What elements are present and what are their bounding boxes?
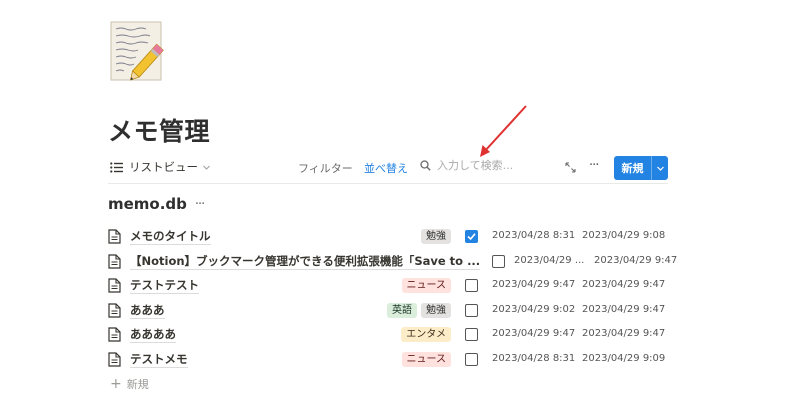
memo-pencil-icon[interactable] — [109, 20, 169, 82]
page-doc-icon — [108, 229, 121, 244]
last-edited-time: 2023/04/29 9:47 — [582, 303, 666, 315]
created-time: 2023/04/29 ... — [514, 254, 585, 266]
last-edited-time: 2023/04/29 9:47 — [594, 254, 678, 266]
page-doc-icon — [108, 303, 121, 318]
add-new-label: 新規 — [126, 378, 149, 391]
tag-badge: ニュース — [401, 278, 451, 294]
checkbox[interactable] — [465, 352, 478, 366]
page-doc-icon — [108, 278, 121, 293]
expand-icon[interactable] — [565, 162, 576, 173]
tag-list: 英語 勉強 — [387, 302, 451, 318]
last-edited-time: 2023/04/29 9:09 — [582, 352, 666, 364]
page-doc-icon — [108, 327, 121, 342]
created-time: 2023/04/29 9:47 — [492, 279, 576, 291]
tag-list: ニュース — [401, 351, 451, 367]
add-new-row-button[interactable]: + 新規 — [110, 376, 149, 392]
check-icon — [467, 233, 476, 241]
filter-button[interactable]: フィルター — [298, 160, 353, 176]
plus-icon: + — [110, 375, 122, 392]
page-doc-icon — [108, 352, 121, 367]
chevron-down-icon — [203, 165, 210, 170]
list-item[interactable]: メモのタイトル 勉強 2023/04/28 8:31 2023/04/29 9:08 — [108, 225, 668, 250]
more-options-icon[interactable]: ··· — [589, 158, 599, 173]
tag-badge: 勉強 — [421, 302, 451, 318]
database-title[interactable]: memo.db ··· — [108, 195, 205, 213]
tag-badge: エンタメ — [401, 327, 451, 343]
toolbar-divider — [108, 183, 668, 184]
database-more-icon[interactable]: ··· — [195, 197, 205, 212]
list-view-icon — [110, 161, 123, 173]
red-arrow-annotation — [480, 105, 527, 157]
tag-badge: 勉強 — [421, 229, 451, 244]
page-doc-icon — [108, 253, 121, 269]
created-time: 2023/04/28 8:31 — [492, 230, 576, 241]
database-list: メモのタイトル 勉強 2023/04/28 8:31 2023/04/29 9:08 【… — [108, 225, 677, 373]
list-item-title[interactable]: ああああ — [130, 327, 176, 344]
checkbox[interactable] — [465, 303, 478, 317]
list-item-title[interactable]: テストテスト — [130, 278, 199, 295]
checkbox[interactable] — [465, 328, 478, 342]
list-item-title[interactable]: 【Notion】ブックマーク管理ができる便利拡張機能「Save to ... — [130, 254, 481, 270]
list-item[interactable]: テストテスト ニュース 2023/04/29 9:47 2023/04/29 9:47 — [108, 274, 668, 299]
list-item[interactable]: あああ 英語 勉強 2023/04/29 9:02 2023/04/29 9:47 — [108, 299, 668, 324]
created-time: 2023/04/28 8:31 — [492, 352, 576, 364]
search-box[interactable] — [420, 159, 547, 172]
database-title-text: memo.db — [108, 195, 187, 213]
database-toolbar: リストビュー フィルター 並べ替え ··· 新規 — [108, 156, 668, 180]
list-item-title[interactable]: テストメモ — [130, 352, 188, 368]
created-time: 2023/04/29 9:47 — [492, 328, 576, 340]
list-item[interactable]: ああああ エンタメ 2023/04/29 9:47 2023/04/29 9:47 — [108, 323, 668, 348]
tag-badge: ニュース — [401, 351, 451, 367]
new-options-chevron-icon[interactable] — [652, 164, 668, 173]
page-title: メモ管理 — [108, 117, 211, 146]
search-icon — [420, 160, 431, 171]
new-button-label: 新規 — [621, 162, 644, 175]
new-button[interactable]: 新規 — [614, 156, 668, 180]
last-edited-time: 2023/04/29 9:47 — [582, 279, 666, 291]
last-edited-time: 2023/04/29 9:08 — [582, 230, 666, 241]
tag-list: 勉強 — [421, 229, 451, 244]
sort-button[interactable]: 並べ替え — [364, 160, 408, 176]
search-input[interactable] — [437, 159, 547, 172]
view-label: リストビュー — [129, 160, 198, 174]
created-time: 2023/04/29 9:02 — [492, 303, 576, 315]
last-edited-time: 2023/04/29 9:47 — [582, 328, 666, 340]
tag-badge: 英語 — [387, 302, 417, 318]
checkbox-checked[interactable] — [465, 230, 478, 243]
list-item[interactable]: テストメモ ニュース 2023/04/28 8:31 2023/04/29 9:09 — [108, 348, 668, 373]
checkbox[interactable] — [465, 279, 478, 293]
view-switcher[interactable]: リストビュー — [110, 159, 211, 175]
list-item[interactable]: 【Notion】ブックマーク管理ができる便利拡張機能「Save to ... 20… — [108, 250, 677, 275]
tag-list: エンタメ — [401, 327, 451, 343]
tag-list: ニュース — [401, 278, 451, 294]
checkbox[interactable] — [492, 254, 505, 268]
list-item-title[interactable]: あああ — [130, 303, 165, 319]
list-item-title[interactable]: メモのタイトル — [130, 229, 211, 245]
